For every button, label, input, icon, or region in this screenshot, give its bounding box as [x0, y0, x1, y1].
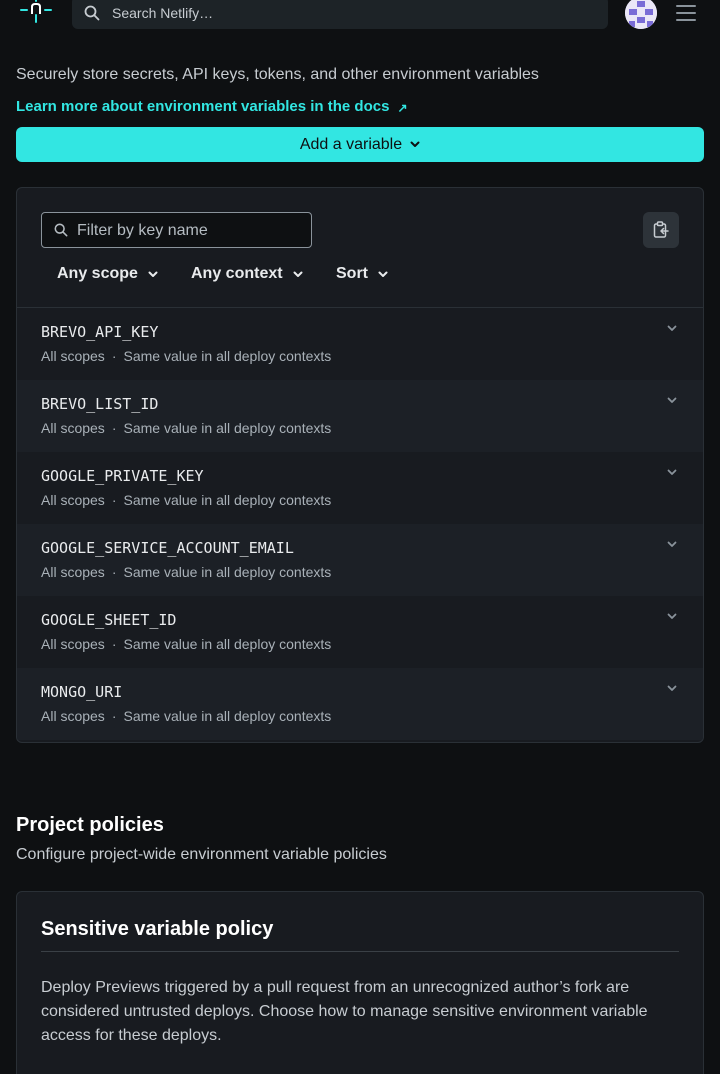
chevron-down-icon[interactable]	[667, 685, 677, 692]
context-filter-label: Any context	[191, 265, 283, 282]
user-avatar[interactable]	[625, 0, 657, 29]
variable-scope: All scopes	[41, 492, 105, 508]
search-placeholder: Search Netlify…	[112, 5, 214, 21]
variables-list: BREVO_API_KEY All scopes · Same value in a…	[17, 308, 703, 740]
variable-scope: All scopes	[41, 348, 105, 364]
policy-title: Sensitive variable policy	[41, 918, 274, 940]
chevron-down-icon[interactable]	[667, 397, 677, 404]
sort-label: Sort	[336, 265, 368, 282]
variable-row[interactable]: GOOGLE_SERVICE_ACCOUNT_EMAIL All scopes ·…	[17, 524, 703, 596]
variable-scope: All scopes	[41, 708, 105, 724]
variable-key: GOOGLE_PRIVATE_KEY	[41, 467, 204, 485]
variable-key: BREVO_LIST_ID	[41, 395, 159, 413]
external-link-icon: ↗	[397, 101, 408, 115]
variable-row[interactable]: MONGO_URI All scopes · Same value in all d…	[17, 668, 703, 740]
policy-text: Deploy Previews triggered by a pull requ…	[41, 979, 648, 1044]
chevron-down-icon	[293, 271, 303, 277]
variable-row[interactable]: BREVO_API_KEY All scopes · Same value in a…	[17, 308, 703, 380]
add-variable-button[interactable]: Add a variable	[16, 127, 704, 162]
clipboard-export-icon	[653, 221, 669, 238]
export-button[interactable]	[643, 212, 679, 248]
filter-placeholder: Filter by key name	[77, 222, 208, 239]
search-icon	[84, 5, 100, 21]
variable-meta: All scopes · Same value in all deploy cont…	[41, 492, 332, 508]
variable-context: Same value in all deploy contexts	[123, 708, 332, 724]
sensitive-variable-policy-card: Sensitive variable policy Deploy Preview…	[16, 891, 704, 1074]
variable-scope: All scopes	[41, 636, 105, 652]
variable-context: Same value in all deploy contexts	[123, 492, 332, 508]
variable-meta: All scopes · Same value in all deploy cont…	[41, 636, 332, 652]
project-policies-description: Configure project-wide environment varia…	[16, 846, 387, 863]
variable-row[interactable]: GOOGLE_SHEET_ID All scopes · Same value in…	[17, 596, 703, 668]
variables-panel: Filter by key name Any scope Any context…	[16, 187, 704, 743]
chevron-down-icon[interactable]	[667, 469, 677, 476]
variable-key: BREVO_API_KEY	[41, 323, 159, 341]
variable-row[interactable]: GOOGLE_PRIVATE_KEY All scopes · Same value…	[17, 452, 703, 524]
docs-link-label: Learn more about environment variables i…	[16, 98, 390, 115]
chevron-down-icon[interactable]	[667, 541, 677, 548]
avatar-pattern-icon	[625, 0, 657, 29]
chevron-down-icon	[148, 271, 158, 277]
variable-meta: All scopes · Same value in all deploy cont…	[41, 708, 332, 724]
variable-meta: All scopes · Same value in all deploy cont…	[41, 564, 332, 580]
variable-key: MONGO_URI	[41, 683, 123, 701]
sort-dropdown[interactable]: Sort	[336, 265, 388, 283]
variable-key: GOOGLE_SERVICE_ACCOUNT_EMAIL	[41, 539, 294, 557]
env-vars-description: Securely store secrets, API keys, tokens…	[16, 66, 539, 83]
add-variable-label: Add a variable	[299, 135, 403, 153]
search-icon	[54, 223, 68, 237]
variable-meta: All scopes · Same value in all deploy cont…	[41, 348, 332, 364]
variable-context: Same value in all deploy contexts	[123, 348, 332, 364]
variable-scope: All scopes	[41, 564, 105, 580]
chevron-down-icon[interactable]	[667, 613, 677, 620]
hamburger-menu-icon[interactable]	[676, 4, 696, 22]
chevron-down-icon	[378, 271, 388, 277]
global-search[interactable]: Search Netlify…	[72, 0, 608, 29]
netlify-logo-icon[interactable]	[18, 0, 54, 28]
scope-filter-label: Any scope	[57, 265, 138, 282]
variable-key: GOOGLE_SHEET_ID	[41, 611, 177, 629]
project-policies-heading: Project policies	[16, 814, 164, 836]
variable-context: Same value in all deploy contexts	[123, 636, 332, 652]
variable-meta: All scopes · Same value in all deploy cont…	[41, 420, 332, 436]
variable-scope: All scopes	[41, 420, 105, 436]
scope-filter-dropdown[interactable]: Any scope	[57, 265, 158, 283]
policy-divider	[41, 951, 679, 952]
docs-link[interactable]: Learn more about environment variables i…	[16, 98, 408, 115]
variable-row[interactable]: BREVO_LIST_ID All scopes · Same value in a…	[17, 380, 703, 452]
context-filter-dropdown[interactable]: Any context	[191, 265, 303, 283]
top-bar: Search Netlify…	[0, 0, 720, 32]
variable-context: Same value in all deploy contexts	[123, 420, 332, 436]
chevron-down-icon	[410, 141, 420, 147]
variable-context: Same value in all deploy contexts	[123, 564, 332, 580]
filter-input[interactable]: Filter by key name	[41, 212, 312, 248]
chevron-down-icon[interactable]	[667, 325, 677, 332]
